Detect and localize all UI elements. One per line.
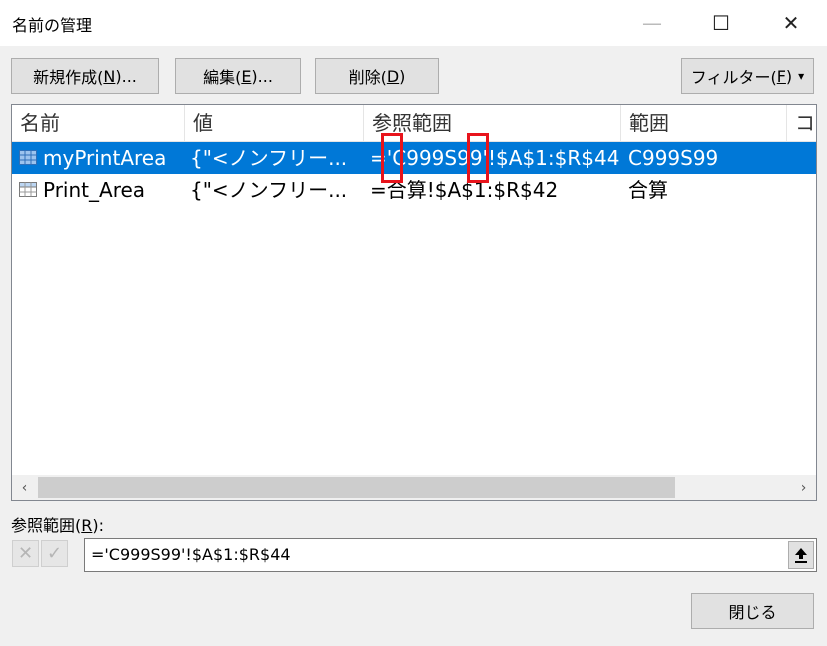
names-list[interactable]: 名前 値 参照範囲 範囲 コ myPrintArea {"<ノンフリー... =… xyxy=(11,104,817,501)
edit-button-label-end: )... xyxy=(251,66,273,86)
edit-button[interactable]: 編集(E)... xyxy=(175,58,301,94)
collapse-dialog-button[interactable] xyxy=(788,541,814,569)
annotation-highlight-box xyxy=(381,133,403,183)
collapse-arrow-icon xyxy=(795,548,807,563)
scrollbar-thumb[interactable] xyxy=(38,477,675,498)
edit-button-label: 編集( xyxy=(203,68,242,87)
dropdown-arrow-icon: ▾ xyxy=(798,69,805,83)
check-icon: ✓ xyxy=(46,543,63,564)
new-button-accesskey: N xyxy=(103,66,116,86)
refers-to-value: ='C999S99'!$A$1:$R$44 xyxy=(91,545,291,564)
row-scope: C999S99 xyxy=(628,146,719,170)
filter-button[interactable]: フィルター(F) ▾ xyxy=(681,58,814,94)
scroll-right-icon[interactable]: › xyxy=(791,475,816,500)
cancel-edit-button[interactable]: ✕ xyxy=(12,540,39,567)
minimize-button[interactable]: — xyxy=(629,0,675,46)
edit-button-accesskey: E xyxy=(241,66,252,86)
dialog-title: 名前の管理 xyxy=(12,16,93,35)
delete-button[interactable]: 削除(D) xyxy=(315,58,439,94)
delete-button-label: 削除( xyxy=(348,68,387,87)
maximize-button[interactable]: ☐ xyxy=(698,0,744,46)
minimize-icon: — xyxy=(642,11,662,35)
list-item[interactable]: myPrintArea {"<ノンフリー... ='C999S99'!$A$1:… xyxy=(12,142,816,174)
column-header-name[interactable]: 名前 xyxy=(12,105,185,141)
annotation-highlight-box xyxy=(467,133,489,183)
refers-to-accesskey: R xyxy=(81,516,93,535)
row-name: Print_Area xyxy=(43,178,146,202)
refers-to-label: 参照範囲(R): xyxy=(11,512,104,536)
column-header-value[interactable]: 値 xyxy=(185,105,364,141)
row-value: {"<ノンフリー... xyxy=(190,146,348,170)
row-refers-to: ='C999S99'!$A$1:$R$44 xyxy=(370,146,620,170)
list-item[interactable]: Print_Area {"<ノンフリー... =合算!$A$1:$R$42 合算 xyxy=(12,174,816,206)
delete-button-accesskey: D xyxy=(386,66,400,86)
refers-to-label-end: ): xyxy=(92,516,105,535)
list-header: 名前 値 参照範囲 範囲 コ xyxy=(12,105,816,142)
delete-button-label-end: ) xyxy=(399,66,406,86)
close-button[interactable]: 閉じる xyxy=(691,593,814,629)
new-button[interactable]: 新規作成(N)... xyxy=(11,58,159,94)
row-name: myPrintArea xyxy=(43,146,167,170)
filter-button-label-end: ) xyxy=(785,66,793,86)
close-window-button[interactable]: ✕ xyxy=(768,0,814,46)
new-button-label-end: )... xyxy=(115,66,137,86)
scroll-left-icon[interactable]: ‹ xyxy=(12,475,37,500)
column-header-comment[interactable]: コ xyxy=(787,105,816,141)
refers-to-input[interactable]: ='C999S99'!$A$1:$R$44 xyxy=(84,538,817,572)
cancel-icon: ✕ xyxy=(17,543,34,564)
row-scope: 合算 xyxy=(628,178,668,202)
close-button-label: 閉じる xyxy=(728,603,777,622)
refers-to-label-text: 参照範囲( xyxy=(11,516,82,535)
name-range-icon xyxy=(19,182,37,197)
title-bar: 名前の管理 — ☐ ✕ xyxy=(0,0,827,46)
column-header-scope[interactable]: 範囲 xyxy=(621,105,787,141)
new-button-label: 新規作成( xyxy=(33,68,104,87)
row-refers-to: =合算!$A$1:$R$42 xyxy=(370,178,559,202)
confirm-edit-button[interactable]: ✓ xyxy=(41,540,68,567)
table-name-icon xyxy=(19,150,37,165)
close-icon: ✕ xyxy=(782,11,800,35)
row-value: {"<ノンフリー... xyxy=(190,178,348,202)
horizontal-scrollbar[interactable]: ‹ › xyxy=(12,475,816,500)
filter-button-accesskey: F xyxy=(776,66,786,86)
maximize-icon: ☐ xyxy=(712,11,730,35)
filter-button-label: フィルター( xyxy=(690,68,777,87)
